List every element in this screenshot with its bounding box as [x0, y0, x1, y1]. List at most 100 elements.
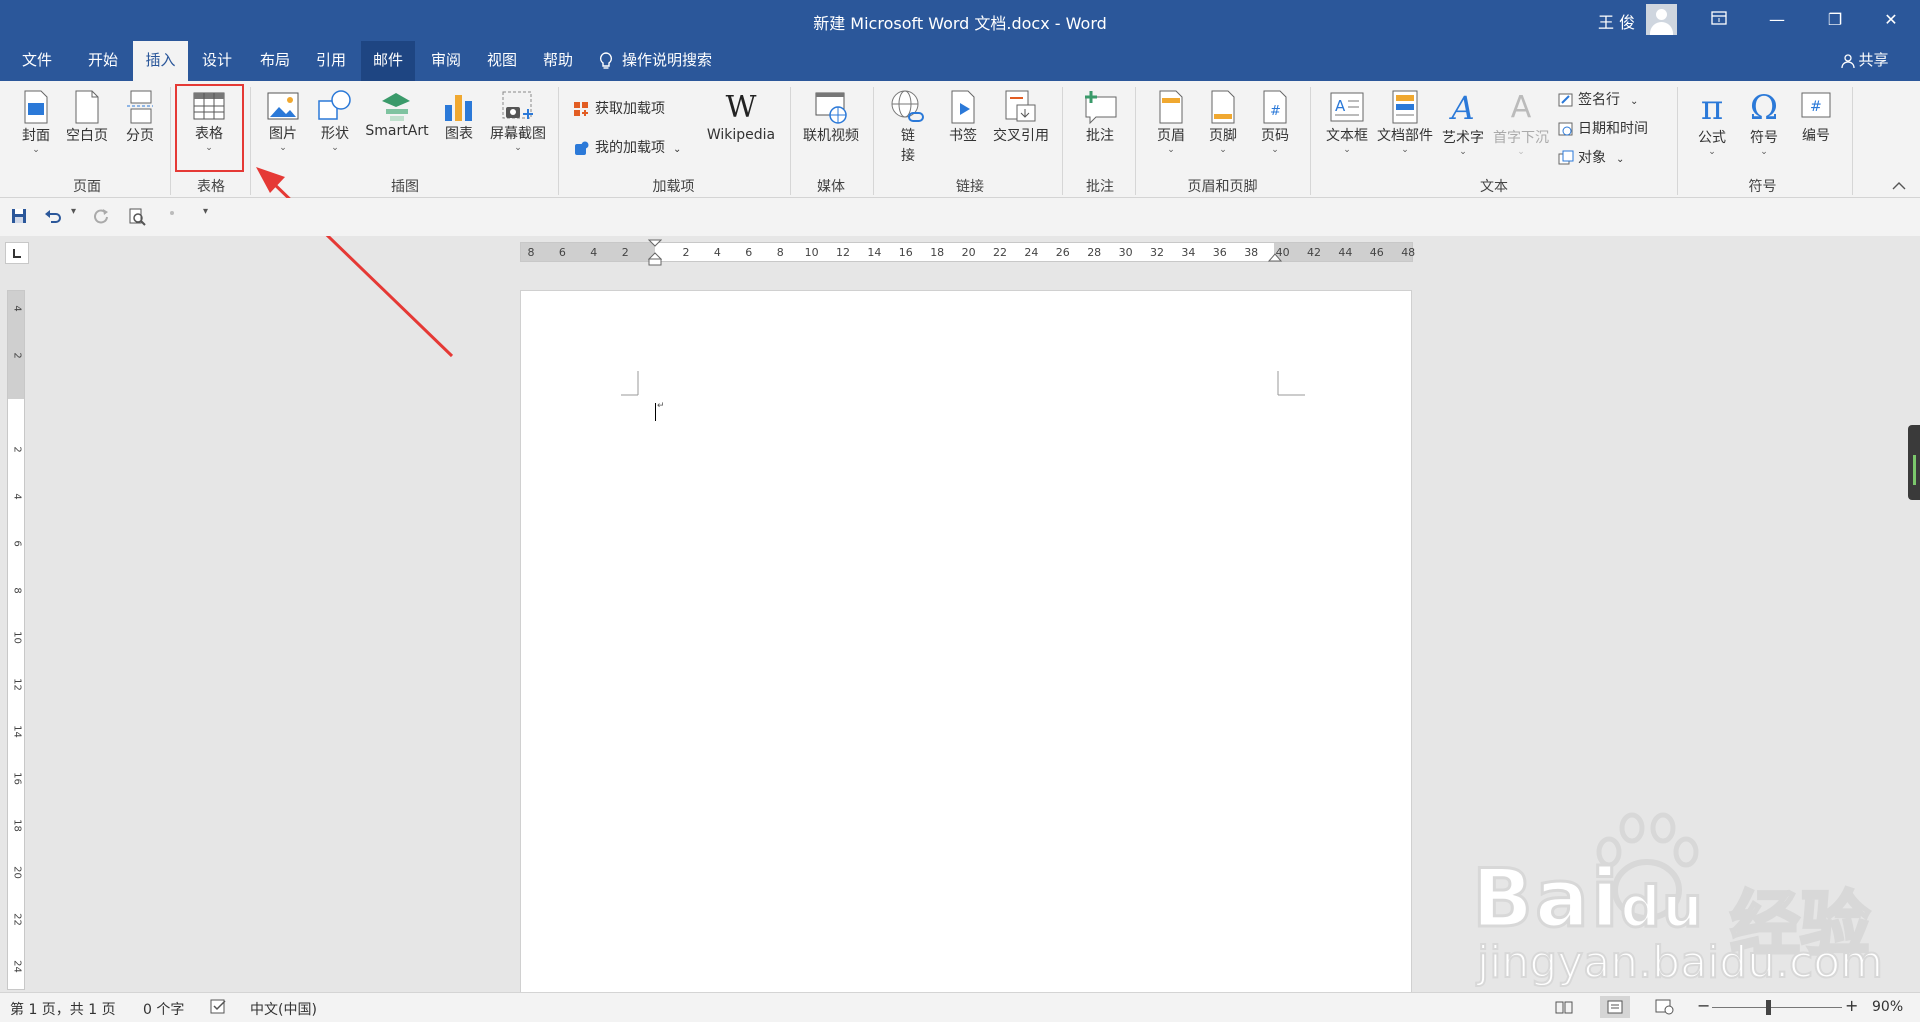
- new-comment-button[interactable]: 批注: [1075, 89, 1125, 145]
- ruler-number: 2: [682, 246, 690, 259]
- vertical-ruler[interactable]: 4 2 2 4 6 8 10 12 14 16 18 20 22 24: [7, 290, 25, 990]
- group-divider: [1062, 87, 1063, 195]
- print-layout-button[interactable]: [1600, 996, 1630, 1018]
- read-mode-icon[interactable]: [1555, 1000, 1573, 1015]
- ribbon-insert: 封面 ⌄ 空白页 分页 页面 表格 ⌄ 表格 图片 ⌄ 形状 ⌄ SmartArt 图表…: [0, 81, 1920, 198]
- web-layout-icon[interactable]: [1655, 999, 1675, 1015]
- language-status[interactable]: 中文(中国): [250, 999, 317, 1019]
- screenshot-button[interactable]: 屏幕截图 ⌄: [486, 89, 550, 153]
- page-break-button[interactable]: 分页: [118, 89, 162, 145]
- get-addins-button[interactable]: 获取加载项: [573, 98, 665, 118]
- quick-parts-button[interactable]: 文档部件 ⌄: [1375, 89, 1435, 155]
- date-time-button[interactable]: 日期和时间: [1558, 118, 1648, 138]
- online-video-button[interactable]: 联机视频: [797, 89, 865, 145]
- group-label-header-footer: 页眉和页脚: [1187, 179, 1258, 195]
- tab-selector-button[interactable]: [5, 242, 29, 264]
- document-page[interactable]: ↵: [520, 290, 1412, 1010]
- group-divider: [250, 87, 251, 195]
- text-box-button[interactable]: A 文本框 ⌄: [1320, 89, 1374, 155]
- proofing-icon[interactable]: [210, 999, 228, 1015]
- tab-view[interactable]: 视图: [477, 41, 527, 81]
- tab-design[interactable]: 设计: [192, 41, 242, 81]
- tab-help[interactable]: 帮助: [533, 41, 583, 81]
- my-addins-button[interactable]: 我的加载项 ⌄: [573, 137, 681, 157]
- zoom-slider[interactable]: [1712, 1007, 1842, 1008]
- zoom-in-button[interactable]: +: [1845, 996, 1858, 1015]
- link-button[interactable]: 链接: [885, 89, 931, 165]
- chart-icon: [445, 95, 472, 121]
- equation-button[interactable]: π 公式 ⌄: [1688, 89, 1736, 157]
- shapes-icon: [318, 90, 351, 120]
- tab-insert[interactable]: 插入: [133, 41, 188, 81]
- tell-me-search[interactable]: 操作说明搜索: [598, 41, 738, 81]
- print-preview-icon[interactable]: [128, 208, 146, 226]
- table-highlight-box: [175, 84, 244, 172]
- tab-layout[interactable]: 布局: [250, 41, 300, 81]
- horizontal-ruler[interactable]: 8642 2 4 6 8 10 12 14 16 18 20 22 24 26 28 30 32 34 36 38 4…: [520, 239, 1415, 266]
- wikipedia-button[interactable]: W Wikipedia: [700, 89, 782, 143]
- zoom-slider-thumb[interactable]: [1766, 1000, 1771, 1015]
- chevron-up-icon: [1892, 182, 1906, 190]
- tab-file[interactable]: 文件: [8, 41, 66, 81]
- avatar[interactable]: [1646, 4, 1677, 35]
- collapse-ribbon-button[interactable]: [1892, 179, 1906, 195]
- customize-qat-icon[interactable]: ▾: [203, 206, 208, 217]
- svg-text:#: #: [1810, 99, 1822, 115]
- wordart-button[interactable]: A 艺术字 ⌄: [1438, 89, 1488, 157]
- ruler-number: 18: [11, 819, 23, 832]
- chevron-down-icon: ⌄: [1219, 145, 1227, 155]
- close-button[interactable]: ✕: [1862, 0, 1920, 41]
- share-button[interactable]: 共享: [1835, 41, 1895, 81]
- numbering-label: 编号: [1802, 128, 1830, 144]
- smartart-button[interactable]: SmartArt: [362, 89, 432, 139]
- text-box-icon: A: [1330, 92, 1364, 122]
- user-name[interactable]: 王 俊: [1598, 9, 1635, 33]
- save-icon[interactable]: [11, 208, 27, 224]
- cross-reference-button[interactable]: 交叉引用: [988, 89, 1054, 145]
- chevron-down-icon[interactable]: ▾: [71, 206, 76, 217]
- group-divider: [873, 87, 874, 195]
- chart-button[interactable]: 图表: [436, 89, 482, 143]
- redo-icon[interactable]: [93, 208, 109, 224]
- footer-button[interactable]: 页脚 ⌄: [1200, 89, 1246, 155]
- page-number-label: 页码: [1261, 128, 1289, 144]
- group-label-table: 表格: [197, 179, 225, 195]
- shapes-label: 形状: [321, 126, 349, 142]
- word-count[interactable]: 0 个字: [143, 999, 184, 1019]
- numbering-button[interactable]: # 编号: [1792, 89, 1840, 145]
- zoom-out-button[interactable]: −: [1697, 996, 1710, 1015]
- quick-parts-icon: [1392, 90, 1418, 124]
- shapes-button[interactable]: 形状 ⌄: [312, 89, 358, 153]
- tab-home[interactable]: 开始: [74, 41, 132, 81]
- ribbon-display-options-button[interactable]: [1690, 0, 1748, 41]
- tab-references[interactable]: 引用: [306, 41, 356, 81]
- picture-button[interactable]: 图片 ⌄: [260, 89, 306, 153]
- tab-review[interactable]: 审阅: [421, 41, 471, 81]
- tab-mailings[interactable]: 邮件: [361, 41, 415, 81]
- page-number-icon: #: [1263, 90, 1287, 124]
- indent-marker-icon[interactable]: [648, 239, 662, 267]
- page-number-button[interactable]: # 页码 ⌄: [1252, 89, 1298, 155]
- restore-button[interactable]: ❐: [1806, 0, 1864, 41]
- ruler-number: 10: [804, 246, 819, 259]
- symbol-button[interactable]: Ω 符号 ⌄: [1740, 89, 1788, 157]
- ruler-number: 24: [11, 960, 23, 973]
- drop-cap-button[interactable]: A 首字下沉 ⌄: [1490, 89, 1552, 157]
- minimize-button[interactable]: —: [1748, 0, 1806, 41]
- group-label-addins: 加载项: [652, 179, 695, 195]
- page-count[interactable]: 第 1 页，共 1 页: [10, 999, 116, 1019]
- ruler-number: 8: [776, 246, 784, 259]
- object-button[interactable]: 对象 ⌄: [1558, 147, 1624, 167]
- equation-label: 公式: [1698, 130, 1726, 146]
- zoom-level[interactable]: 90%: [1872, 999, 1903, 1015]
- undo-icon[interactable]: [44, 208, 62, 224]
- signature-line-button[interactable]: 签名行 ⌄: [1558, 89, 1638, 109]
- group-divider: [1135, 87, 1136, 195]
- cover-page-button[interactable]: 封面 ⌄: [14, 89, 58, 155]
- blank-page-button[interactable]: 空白页: [62, 89, 112, 145]
- bookmark-button[interactable]: 书签: [940, 89, 986, 145]
- ruler-number: 6: [745, 246, 753, 259]
- right-indent-marker-icon[interactable]: [1268, 251, 1282, 265]
- vertical-scrollbar-thumb[interactable]: [1908, 425, 1920, 500]
- header-button[interactable]: 页眉 ⌄: [1148, 89, 1194, 155]
